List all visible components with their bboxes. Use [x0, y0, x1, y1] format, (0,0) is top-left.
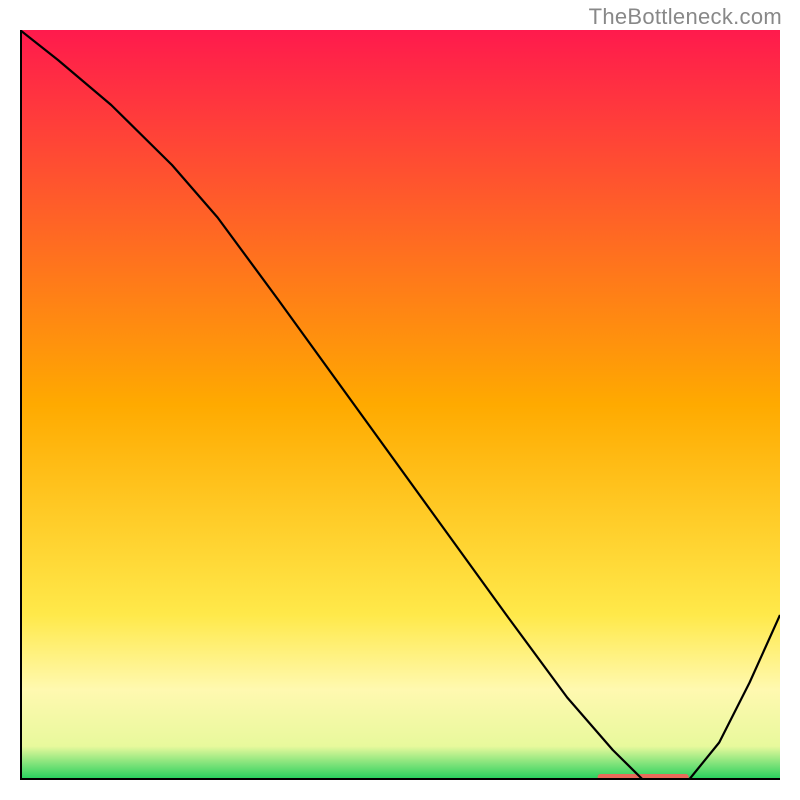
chart-root: TheBottleneck.com	[0, 0, 800, 800]
watermark-text: TheBottleneck.com	[589, 4, 782, 30]
chart-svg	[20, 30, 780, 780]
chart-plot-area	[20, 30, 780, 780]
chart-background	[20, 30, 780, 780]
